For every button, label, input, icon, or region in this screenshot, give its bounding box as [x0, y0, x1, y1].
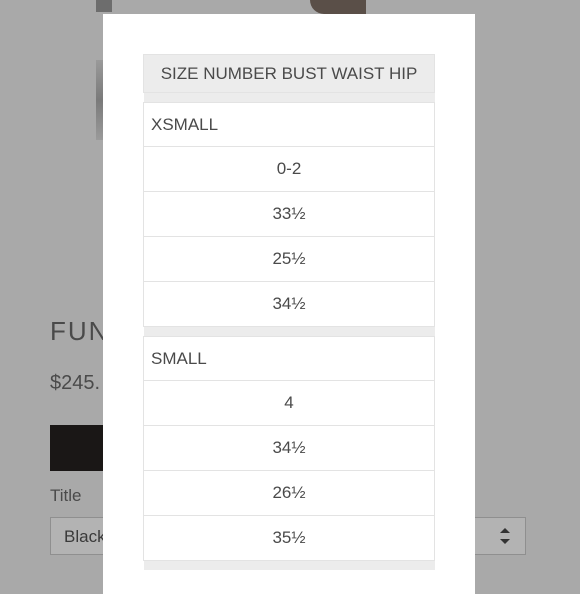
size-group-row: SMALL	[143, 336, 435, 381]
bust-cell: 34½	[143, 425, 435, 471]
size-number-cell: 0-2	[143, 146, 435, 192]
size-group-label: SMALL	[143, 336, 435, 381]
product-price: $245.	[50, 372, 101, 394]
hip-cell: 34½	[143, 281, 435, 327]
table-row: 33½	[143, 191, 435, 237]
hip-cell: 35½	[143, 515, 435, 561]
size-chart-modal: SIZE NUMBER BUST WAIST HIP XSMALL 0-2 33…	[103, 14, 475, 594]
table-spacer	[143, 326, 435, 337]
table-row: 26½	[143, 470, 435, 516]
option-label: Title	[50, 486, 82, 505]
size-group-row: XSMALL	[143, 102, 435, 147]
product-image	[96, 0, 112, 12]
up-down-chevron-icon	[500, 528, 510, 544]
product-title: FUN	[50, 316, 110, 346]
size-chart-table: SIZE NUMBER BUST WAIST HIP XSMALL 0-2 33…	[143, 54, 435, 570]
table-row: 34½	[143, 425, 435, 471]
add-to-cart-button[interactable]	[50, 425, 110, 471]
waist-cell: 26½	[143, 470, 435, 516]
table-row: 25½	[143, 236, 435, 282]
size-chart-scroll-area[interactable]: SIZE NUMBER BUST WAIST HIP XSMALL 0-2 33…	[143, 54, 435, 594]
table-row: 4	[143, 380, 435, 426]
table-header-row: SIZE NUMBER BUST WAIST HIP	[143, 54, 435, 93]
size-number-cell: 4	[143, 380, 435, 426]
variant-select-value: Black	[64, 527, 106, 546]
table-row: 35½	[143, 515, 435, 561]
size-group-label: XSMALL	[143, 102, 435, 147]
table-header-cell: SIZE NUMBER BUST WAIST HIP	[143, 54, 435, 93]
bust-cell: 33½	[143, 191, 435, 237]
table-row: 34½	[143, 281, 435, 327]
table-row: 0-2	[143, 146, 435, 192]
waist-cell: 25½	[143, 236, 435, 282]
table-spacer	[143, 92, 435, 103]
table-spacer	[143, 560, 435, 570]
product-image-secondary	[310, 0, 366, 14]
